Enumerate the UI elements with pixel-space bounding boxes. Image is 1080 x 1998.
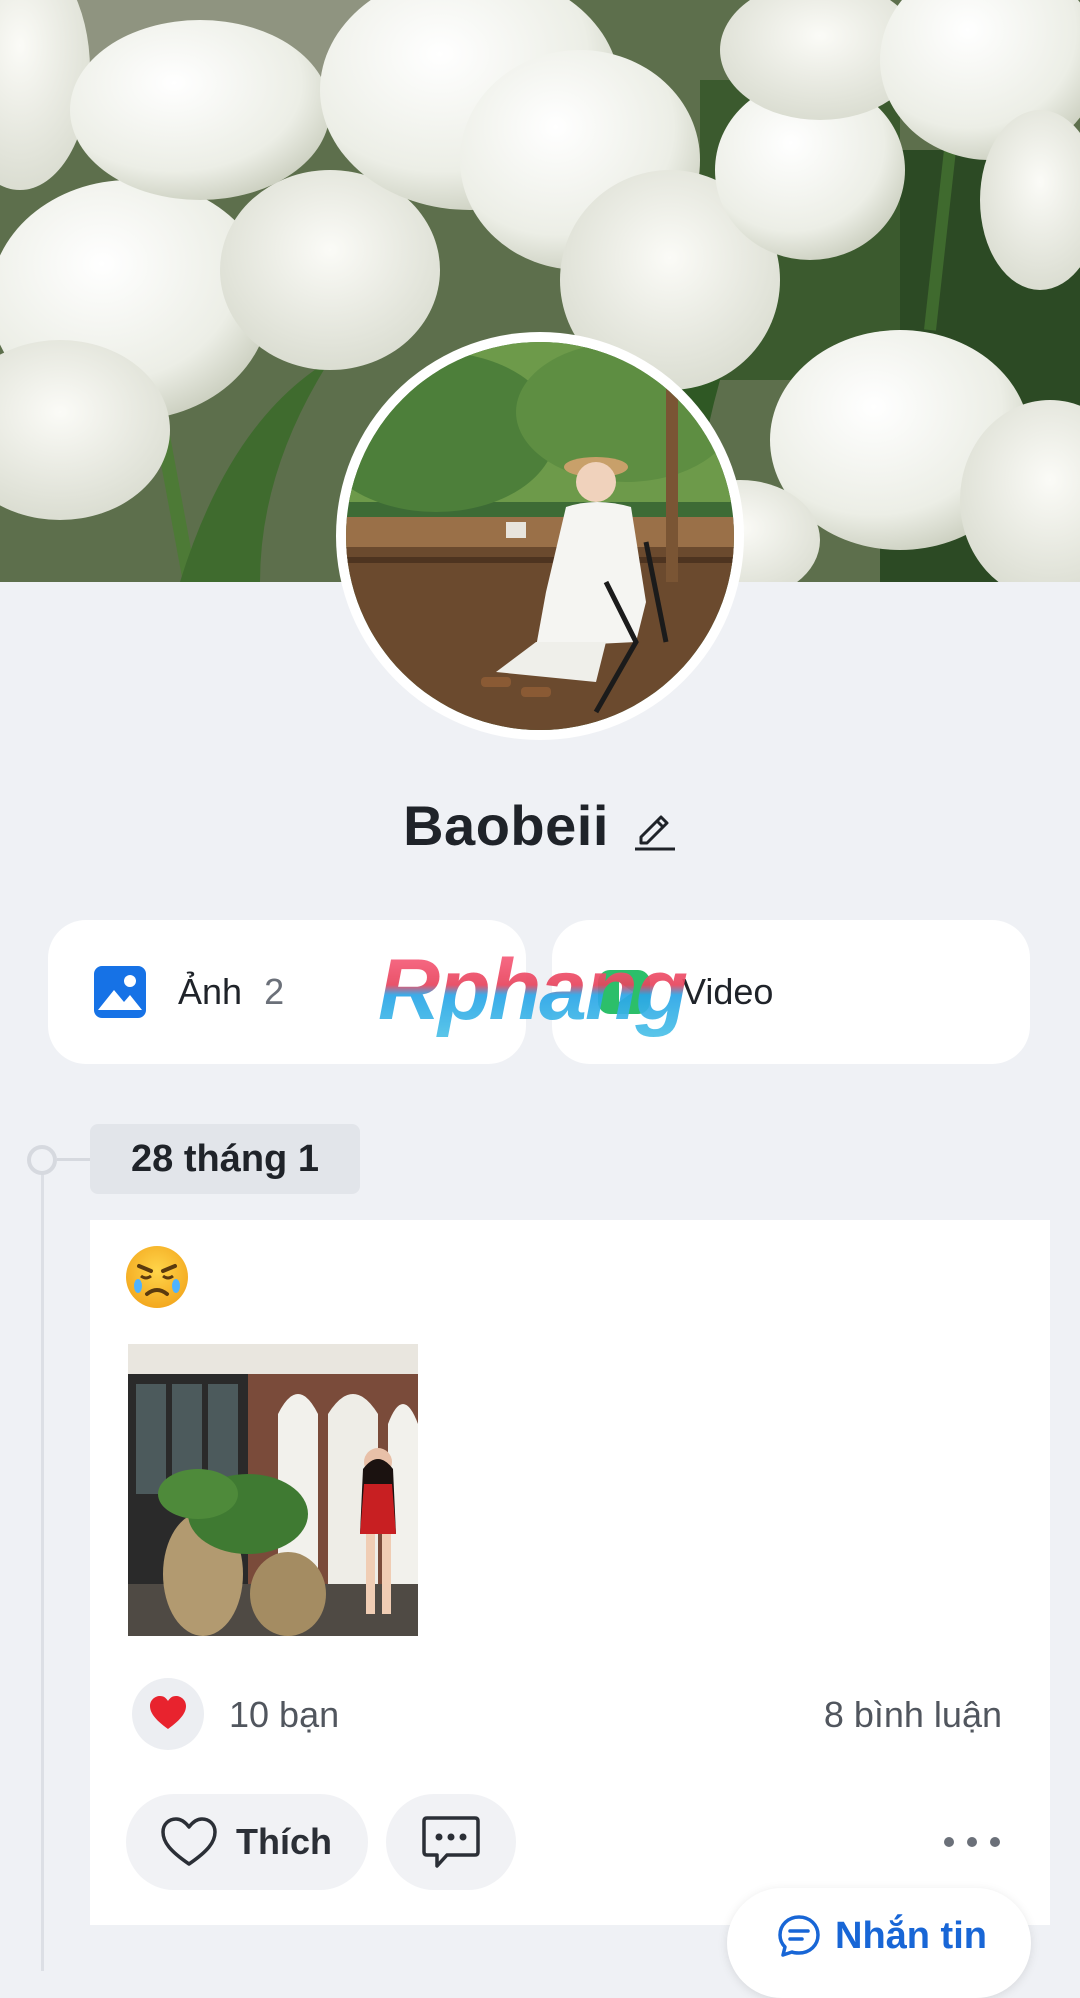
- post-photo[interactable]: [128, 1344, 418, 1636]
- photos-count: 2: [264, 971, 285, 1012]
- message-label: Nhắn tin: [835, 1915, 987, 1957]
- watermark-logo: Rphang: [378, 940, 708, 1040]
- avatar[interactable]: [336, 332, 744, 740]
- comment-button[interactable]: [386, 1794, 516, 1890]
- reaction-summary-icon[interactable]: [132, 1678, 204, 1750]
- like-button[interactable]: Thích: [126, 1794, 368, 1890]
- message-button[interactable]: Nhắn tin: [727, 1888, 1031, 1998]
- profile-name: Baobeii: [403, 793, 609, 857]
- timeline-line: [41, 1170, 44, 1971]
- comment-bubble-icon: [422, 1816, 480, 1868]
- heart-outline-icon: [161, 1817, 217, 1866]
- avatar-photo: [346, 342, 734, 730]
- crying-angry-emoji: [124, 1244, 190, 1310]
- timeline-date: 28 tháng 1: [90, 1124, 360, 1194]
- more-dots-icon[interactable]: [944, 1820, 1000, 1864]
- photo-icon: [92, 964, 148, 1020]
- like-label: Thích: [236, 1821, 332, 1862]
- photos-label: Ảnh: [178, 971, 243, 1012]
- chat-icon: [778, 1915, 820, 1957]
- edit-pencil-icon[interactable]: [633, 807, 677, 851]
- post-card[interactable]: 10 bạn 8 bình luận Thích: [90, 1220, 1050, 1925]
- timeline-dot: [27, 1145, 57, 1175]
- profile-name-row: Baobeii: [0, 790, 1080, 860]
- reaction-count[interactable]: 10 bạn: [229, 1694, 339, 1736]
- heart-icon: [150, 1696, 186, 1729]
- comment-count[interactable]: 8 bình luận: [824, 1694, 1002, 1736]
- timeline-connector: [57, 1158, 90, 1161]
